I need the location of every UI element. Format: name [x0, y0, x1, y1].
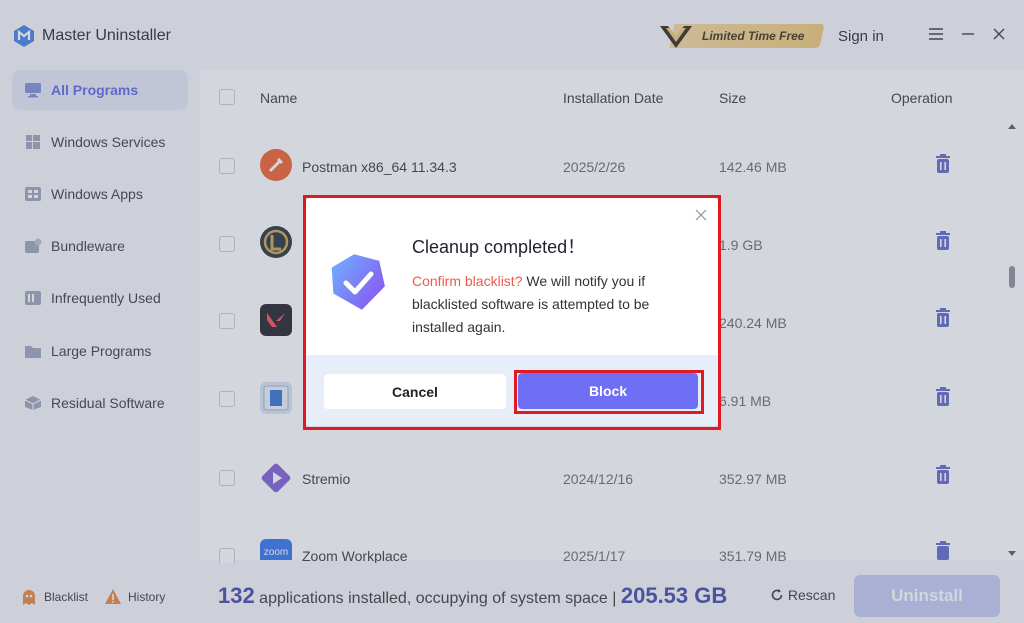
app-window: Master Uninstaller Limited Time Free Sig…	[0, 0, 1024, 623]
block-highlight-box	[514, 370, 704, 414]
